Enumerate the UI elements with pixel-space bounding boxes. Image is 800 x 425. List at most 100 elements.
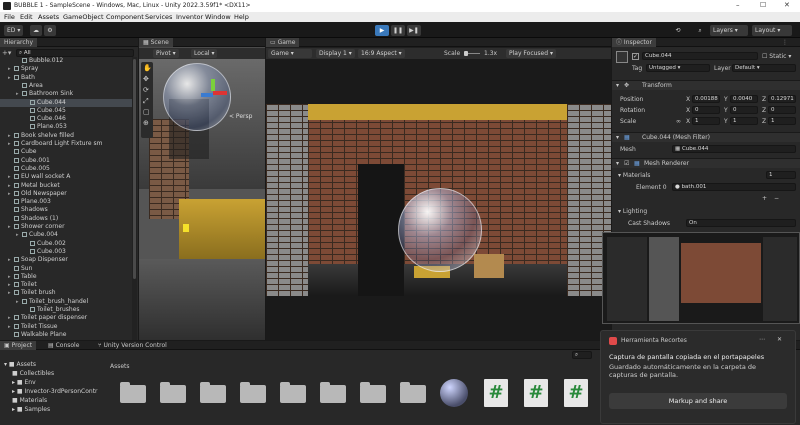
hand-tool-icon[interactable]: ✋ xyxy=(143,64,152,72)
scene-viewport[interactable]: < Persp xyxy=(139,59,265,340)
rotate-tool-icon[interactable]: ⟳ xyxy=(143,86,149,94)
hierarchy-item[interactable]: ▸ Toilet paper dispenser xyxy=(0,314,132,322)
hierarchy-item[interactable]: ▸ Old Newspaper xyxy=(0,190,132,198)
aspect-dropdown[interactable]: 16:9 Aspect ▾ xyxy=(358,49,405,58)
materials-count-field[interactable]: 1 xyxy=(766,171,796,179)
hierarchy-item[interactable]: Walkable Plane xyxy=(0,331,132,339)
move-tool-icon[interactable]: ✥ xyxy=(143,75,149,83)
hierarchy-item[interactable]: ▸ Spray xyxy=(0,65,132,73)
toast-close-icon[interactable]: ✕ xyxy=(777,336,782,343)
mesh-renderer-checkbox[interactable]: ☑ xyxy=(624,160,629,167)
folder-icon[interactable] xyxy=(120,382,146,403)
tab-console[interactable]: ▤ Console xyxy=(44,341,83,350)
folder-icon[interactable] xyxy=(320,382,346,403)
active-checkbox[interactable]: ✓ xyxy=(632,53,639,60)
tab-project[interactable]: ▣ Project xyxy=(0,341,37,350)
pivot-dropdown[interactable]: Pivot ▾ xyxy=(153,49,179,58)
object-name-field[interactable]: Cube.044 xyxy=(642,52,758,60)
game-viewport[interactable] xyxy=(266,59,611,340)
folder-icon[interactable] xyxy=(200,382,226,403)
play-focused-dropdown[interactable]: Play Focused ▾ xyxy=(506,49,556,58)
tab-inspector[interactable]: ⓘ Inspector xyxy=(612,38,656,47)
maximize-button[interactable]: ☐ xyxy=(760,1,766,9)
inspector-menu-icon[interactable]: ⋮ xyxy=(782,39,788,46)
scale-x-field[interactable]: 1 xyxy=(692,117,720,125)
project-search-input[interactable]: ⌕ xyxy=(572,351,592,359)
mesh-filter-header[interactable]: ▾ ▦ Cube.044 (Mesh Filter) xyxy=(612,132,800,142)
position-z-field[interactable]: 0.12971 xyxy=(768,95,796,103)
hierarchy-item[interactable]: Cube.045 xyxy=(0,107,132,115)
hierarchy-item[interactable]: ▸ Cardboard Light Fixture sm xyxy=(0,140,132,148)
hierarchy-item[interactable]: Toilet_brushes xyxy=(0,306,132,314)
hierarchy-item[interactable]: ▸ Toilet xyxy=(0,281,132,289)
hierarchy-item[interactable]: Bubble.012 xyxy=(0,57,132,65)
hierarchy-item[interactable]: ▸ Shower corner xyxy=(0,223,132,231)
hierarchy-item[interactable]: ▸ Cube.004 xyxy=(0,231,132,239)
layer-dropdown[interactable]: Default ▾ xyxy=(732,64,796,72)
mesh-renderer-header[interactable]: ▾ ☑ ▦ Mesh Renderer xyxy=(612,158,800,168)
cast-shadows-dropdown[interactable]: On xyxy=(686,219,796,227)
folder-icon[interactable] xyxy=(160,382,186,403)
play-button[interactable]: ▶ xyxy=(375,24,389,36)
hierarchy-search-input[interactable]: ⌕ All xyxy=(16,49,134,57)
menu-help[interactable]: Help xyxy=(234,13,249,21)
hierarchy-item[interactable]: ▸ Metal bucket xyxy=(0,182,132,190)
layers-dropdown[interactable]: Layers ▾ xyxy=(710,24,748,36)
hierarchy-item[interactable]: Cube.005 xyxy=(0,165,132,173)
remove-material-button[interactable]: − xyxy=(774,195,779,202)
minimize-button[interactable]: – xyxy=(736,1,740,9)
hierarchy-item[interactable]: ▸ Toilet_brush_handel xyxy=(0,298,132,306)
script-asset-icon[interactable]: # xyxy=(564,379,588,407)
hierarchy-scrollbar[interactable] xyxy=(132,57,137,340)
hierarchy-item[interactable]: ▸ Bath xyxy=(0,74,132,82)
markup-share-button[interactable]: Markup and share xyxy=(609,393,787,409)
local-dropdown[interactable]: Local ▾ xyxy=(191,49,218,58)
close-button[interactable]: ✕ xyxy=(784,1,790,9)
rotation-x-field[interactable]: 0 xyxy=(692,106,720,114)
transform-tool-icon[interactable]: ⊕ xyxy=(143,119,149,127)
project-folder-env[interactable]: ▸ ■ Env xyxy=(12,379,36,387)
position-y-field[interactable]: 0.0040 xyxy=(730,95,758,103)
static-toggle[interactable]: ☐ Static ▾ xyxy=(762,53,791,60)
hierarchy-item[interactable]: ▸ Book shelve filled xyxy=(0,132,132,140)
collab-icon[interactable]: ⚙ xyxy=(44,24,56,36)
display-dropdown[interactable]: Display 1 ▾ xyxy=(316,49,355,58)
script-asset-icon[interactable]: # xyxy=(484,379,508,407)
element0-field[interactable]: ● bath.001 xyxy=(672,183,796,191)
hierarchy-item[interactable]: Plane.003 xyxy=(0,198,132,206)
cloud-icon[interactable]: ☁ xyxy=(30,24,42,36)
menu-file[interactable]: File xyxy=(4,13,15,21)
menu-gameobject[interactable]: GameObject xyxy=(63,13,104,21)
hierarchy-item[interactable]: ▸ Toilet brush xyxy=(0,289,132,297)
hierarchy-item[interactable]: Plane.053 xyxy=(0,123,132,131)
rotation-z-field[interactable]: 0 xyxy=(768,106,796,114)
hierarchy-item[interactable]: Area xyxy=(0,82,132,90)
tab-version-control[interactable]: ⑂ Unity Version Control xyxy=(94,341,171,350)
position-x-field[interactable]: 0.00188 xyxy=(692,95,720,103)
persp-label[interactable]: < Persp xyxy=(229,113,252,120)
material-sphere-icon[interactable] xyxy=(440,379,468,407)
tag-dropdown[interactable]: Untagged ▾ xyxy=(646,64,710,72)
hierarchy-item[interactable]: ▸ EU wall socket A xyxy=(0,173,132,181)
account-dropdown[interactable]: ED ▾ xyxy=(4,24,24,36)
folder-icon[interactable] xyxy=(240,382,266,403)
folder-icon[interactable] xyxy=(400,382,426,403)
rect-tool-icon[interactable]: ▢ xyxy=(143,108,150,116)
script-asset-icon[interactable]: # xyxy=(524,379,548,407)
materials-foldout[interactable]: ▾ Materials xyxy=(618,172,650,179)
project-folder-assets[interactable]: ▾ ■ Assets xyxy=(4,361,36,369)
project-folder-materials[interactable]: ■ Materials xyxy=(12,397,47,405)
hierarchy-item[interactable]: ▸ Table xyxy=(0,273,132,281)
hierarchy-item[interactable]: Cube.001 xyxy=(0,157,132,165)
step-button[interactable]: ▶❚ xyxy=(407,24,421,36)
add-material-button[interactable]: + xyxy=(762,195,767,202)
hierarchy-item[interactable]: Shadows xyxy=(0,206,132,214)
rotation-y-field[interactable]: 0 xyxy=(730,106,758,114)
project-folder-collectibles[interactable]: ■ Collectibles xyxy=(12,370,54,378)
hierarchy-item[interactable]: Cube.046 xyxy=(0,115,132,123)
tab-game[interactable]: ▭ Game xyxy=(266,38,300,47)
scale-tool-icon[interactable]: ⤢ xyxy=(143,97,149,106)
game-mode-dropdown[interactable]: Game ▾ xyxy=(268,49,312,58)
hierarchy-item[interactable]: ▸ Bathroom Sink xyxy=(0,90,132,98)
hierarchy-item[interactable]: ▸ Soap Dispenser xyxy=(0,256,132,264)
